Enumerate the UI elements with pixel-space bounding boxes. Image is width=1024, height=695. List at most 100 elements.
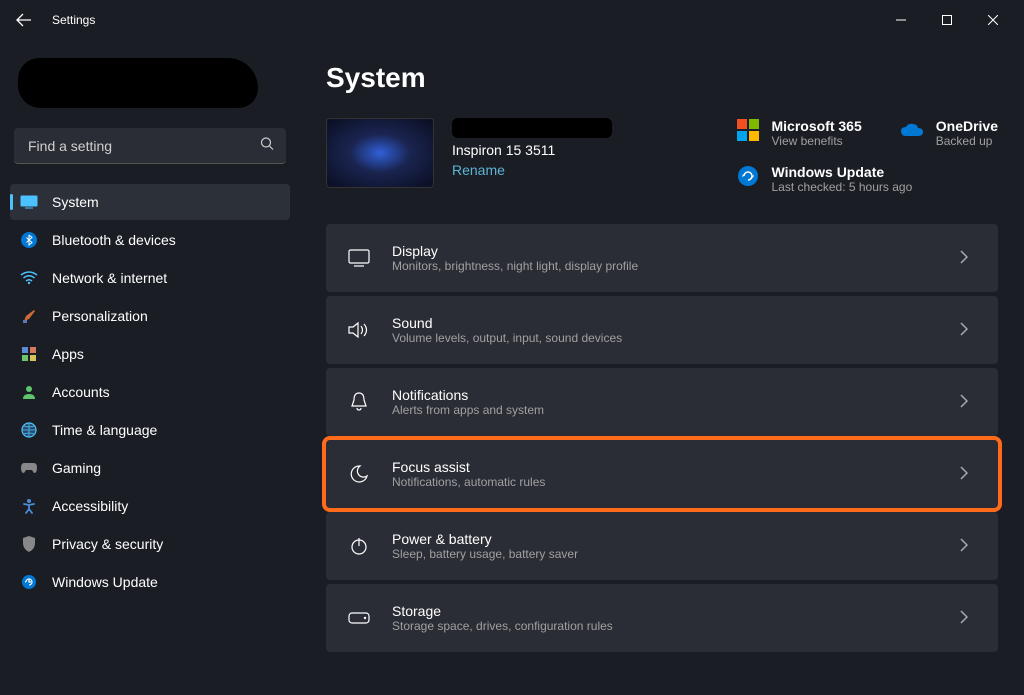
onedrive-card[interactable]: OneDrive Backed up (900, 118, 998, 148)
status-cards: Microsoft 365 View benefits OneDrive Bac… (736, 118, 999, 194)
sidebar-item-windows-update[interactable]: Windows Update (10, 564, 290, 600)
row-title: Power & battery (392, 531, 938, 547)
storage-icon (348, 607, 370, 629)
setting-row-storage[interactable]: Storage Storage space, drives, configura… (326, 584, 998, 652)
row-sub: Sleep, battery usage, battery saver (392, 547, 938, 561)
row-title: Storage (392, 603, 938, 619)
accessibility-icon (20, 497, 38, 515)
nav-list: System Bluetooth & devices Network & int… (10, 184, 290, 600)
minimize-icon (896, 15, 906, 25)
header-row: Inspiron 15 3511 Rename Microsoft 365 Vi… (326, 118, 998, 194)
nav-label: Gaming (52, 460, 101, 476)
row-sub: Notifications, automatic rules (392, 475, 938, 489)
sidebar-item-apps[interactable]: Apps (10, 336, 290, 372)
sidebar-item-personalization[interactable]: Personalization (10, 298, 290, 334)
nav-label: Windows Update (52, 574, 158, 590)
status-title: Microsoft 365 (772, 118, 862, 134)
minimize-button[interactable] (878, 4, 924, 36)
status-sub: Last checked: 5 hours ago (772, 180, 913, 194)
status-sub: View benefits (772, 134, 862, 148)
shield-icon (20, 535, 38, 553)
globe-clock-icon (20, 421, 38, 439)
chevron-right-icon (960, 322, 976, 338)
chevron-right-icon (960, 610, 976, 626)
nav-label: Accessibility (52, 498, 128, 514)
apps-icon (20, 345, 38, 363)
setting-row-focus-assist[interactable]: Focus assist Notifications, automatic ru… (326, 440, 998, 508)
back-button[interactable] (8, 4, 40, 36)
microsoft-365-card[interactable]: Microsoft 365 View benefits (736, 118, 862, 148)
wifi-icon (20, 269, 38, 287)
maximize-icon (942, 15, 952, 25)
system-icon (20, 193, 38, 211)
window-controls (878, 4, 1016, 36)
row-title: Sound (392, 315, 938, 331)
device-thumbnail[interactable] (326, 118, 434, 188)
row-sub: Volume levels, output, input, sound devi… (392, 331, 938, 345)
content-area: System Inspiron 15 3511 Rename Microsoft… (300, 40, 1024, 695)
status-row-bottom: Windows Update Last checked: 5 hours ago (736, 164, 999, 194)
page-title: System (326, 62, 998, 94)
device-info: Inspiron 15 3511 Rename (452, 118, 612, 178)
sidebar-item-system[interactable]: System (10, 184, 290, 220)
setting-row-notifications[interactable]: Notifications Alerts from apps and syste… (326, 368, 998, 436)
moon-icon (348, 463, 370, 485)
status-title: Windows Update (772, 164, 913, 180)
setting-row-sound[interactable]: Sound Volume levels, output, input, soun… (326, 296, 998, 364)
row-title: Notifications (392, 387, 938, 403)
app-title: Settings (52, 13, 95, 27)
paintbrush-icon (20, 307, 38, 325)
update-icon (20, 573, 38, 591)
sidebar-item-time-language[interactable]: Time & language (10, 412, 290, 448)
bluetooth-icon (20, 231, 38, 249)
person-icon (20, 383, 38, 401)
chevron-right-icon (960, 466, 976, 482)
chevron-right-icon (960, 250, 976, 266)
titlebar: Settings (0, 0, 1024, 40)
search-box (14, 128, 286, 164)
sound-icon (348, 319, 370, 341)
user-account-redacted[interactable] (18, 58, 258, 108)
microsoft-logo-icon (736, 118, 760, 142)
sidebar-item-privacy[interactable]: Privacy & security (10, 526, 290, 562)
gamepad-icon (20, 459, 38, 477)
rename-link[interactable]: Rename (452, 162, 612, 178)
sidebar-item-bluetooth[interactable]: Bluetooth & devices (10, 222, 290, 258)
sidebar: System Bluetooth & devices Network & int… (0, 40, 300, 695)
chevron-right-icon (960, 394, 976, 410)
nav-label: Network & internet (52, 270, 167, 286)
search-input[interactable] (14, 128, 286, 164)
nav-label: System (52, 194, 99, 210)
setting-row-display[interactable]: Display Monitors, brightness, night ligh… (326, 224, 998, 292)
nav-label: Personalization (52, 308, 148, 324)
settings-list: Display Monitors, brightness, night ligh… (326, 224, 998, 652)
search-icon (260, 137, 274, 156)
chevron-right-icon (960, 538, 976, 554)
row-sub: Monitors, brightness, night light, displ… (392, 259, 938, 273)
device-model: Inspiron 15 3511 (452, 142, 612, 158)
status-row-top: Microsoft 365 View benefits OneDrive Bac… (736, 118, 999, 148)
onedrive-icon (900, 118, 924, 142)
row-sub: Alerts from apps and system (392, 403, 938, 417)
close-button[interactable] (970, 4, 1016, 36)
arrow-left-icon (16, 12, 32, 28)
maximize-button[interactable] (924, 4, 970, 36)
status-title: OneDrive (936, 118, 998, 134)
row-title: Display (392, 243, 938, 259)
nav-label: Apps (52, 346, 84, 362)
windows-update-card[interactable]: Windows Update Last checked: 5 hours ago (736, 164, 913, 194)
nav-label: Bluetooth & devices (52, 232, 176, 248)
sidebar-item-accessibility[interactable]: Accessibility (10, 488, 290, 524)
bell-icon (348, 391, 370, 413)
nav-label: Privacy & security (52, 536, 163, 552)
row-sub: Storage space, drives, configuration rul… (392, 619, 938, 633)
nav-label: Time & language (52, 422, 157, 438)
nav-label: Accounts (52, 384, 110, 400)
status-sub: Backed up (936, 134, 998, 148)
update-icon (736, 164, 760, 188)
sidebar-item-gaming[interactable]: Gaming (10, 450, 290, 486)
power-icon (348, 535, 370, 557)
sidebar-item-network[interactable]: Network & internet (10, 260, 290, 296)
setting-row-power[interactable]: Power & battery Sleep, battery usage, ba… (326, 512, 998, 580)
sidebar-item-accounts[interactable]: Accounts (10, 374, 290, 410)
